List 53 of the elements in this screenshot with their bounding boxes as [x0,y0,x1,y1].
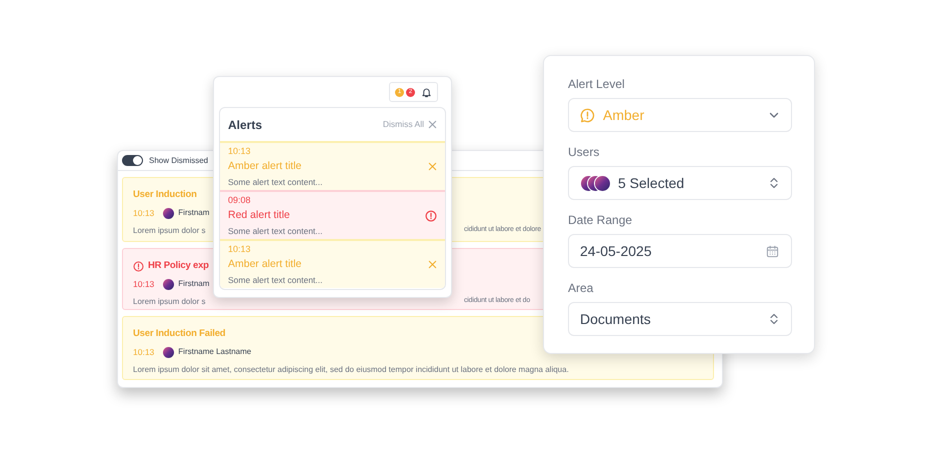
card-time: 10:13 [133,207,154,220]
close-icon[interactable] [428,162,437,171]
card-title: User Induction Failed [133,326,226,341]
alert-time: 10:13 [228,144,252,158]
alert-item[interactable]: 10:13 Amber alert title Some alert text content... [220,141,445,190]
field-value: Documents [580,310,651,328]
field-label: Users [568,144,600,161]
field-label: Alert Level [568,76,626,93]
avatar [163,208,174,219]
alert-icon [133,260,144,272]
up-down-chevron-icon [769,313,779,325]
toggle-switch[interactable] [122,155,143,166]
card-description: Lorem ipsum dolor sit amet, consectetur adipiscing elit, sed do eiusmod tempor incididunt ut labore et dolore magna aliqua. [133,364,569,376]
field-value: Amber [603,106,644,124]
alert-title: Amber alert title [228,257,303,272]
alert-item[interactable]: 09:08 Red alert title Some alert text content... [220,190,445,239]
alert-title: Amber alert title [228,159,303,174]
alert-title: Red alert title [228,208,291,223]
close-icon[interactable] [428,120,437,129]
avatar [163,278,174,290]
author-name: Firstnam [178,207,210,220]
alert-text: Some alert text content... [228,224,322,238]
date-field[interactable]: 24-05-2025 [568,234,792,268]
users-select[interactable]: 5 Selected [568,166,792,200]
alert-item[interactable]: 10:13 Amber alert title Some alert text content... [220,239,445,288]
field-value: 24-05-2025 [580,242,652,260]
author-name: Firstname Lastname [178,346,252,358]
calendar-icon [766,244,779,258]
close-icon[interactable] [428,260,437,269]
card-time: 10:13 [133,278,154,291]
card-description: Lorem ipsum dolor s [133,224,206,237]
field-value: 5 Selected [618,174,684,192]
card-title: User Induction [133,188,197,202]
card-time: 10:13 [133,346,154,359]
alert-text: Some alert text content... [228,274,322,286]
up-down-chevron-icon [769,177,779,189]
dismiss-all-button[interactable]: Dismiss All [382,118,437,131]
bell-icon [421,86,432,98]
card-description: Lorem ipsum dolor s [133,296,206,308]
card-title: HR Policy exp [148,258,209,273]
field-label: Date Range [568,212,634,229]
area-select[interactable]: Documents [568,302,792,336]
toggle-label: Show Dismissed [149,154,208,166]
avatar [163,346,174,358]
alerts-title: Alerts [228,116,262,134]
alert-time: 10:13 [228,242,252,256]
alert-text: Some alert text content... [228,176,322,188]
field-label: Area [568,280,594,297]
author-name: Firstnam [178,278,210,290]
alert-time: 09:08 [228,194,252,206]
chevron-down-icon [769,112,779,118]
alert-icon [425,210,437,222]
avatar [595,176,610,190]
